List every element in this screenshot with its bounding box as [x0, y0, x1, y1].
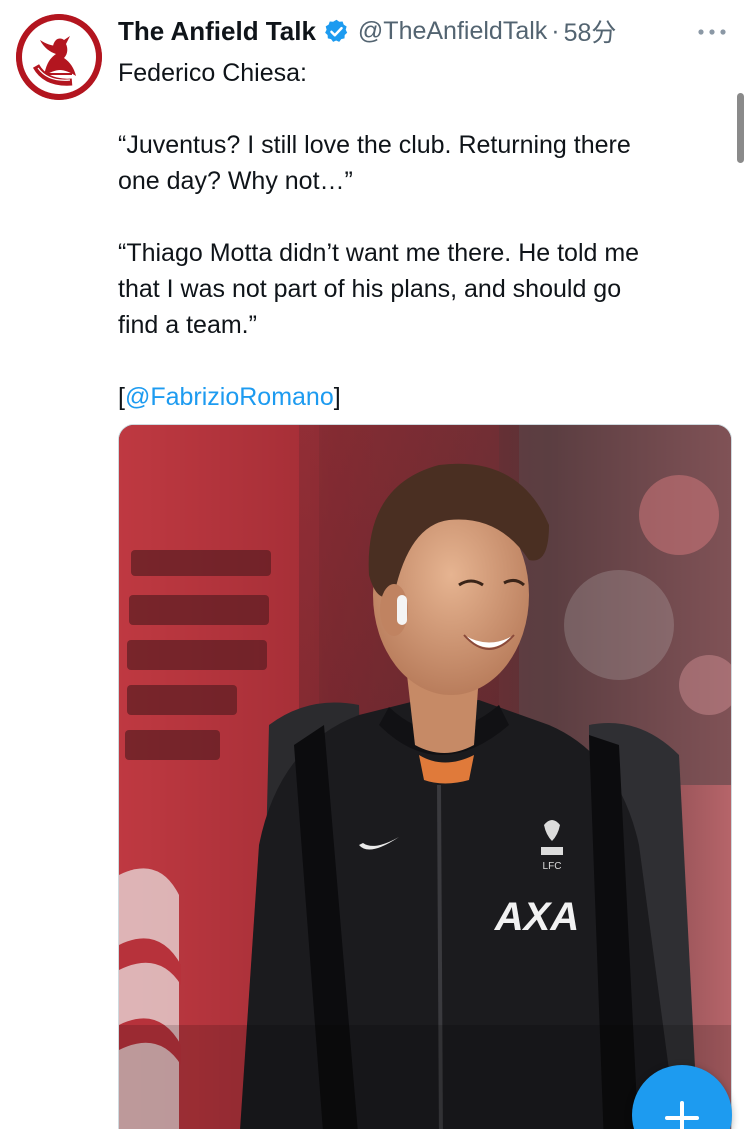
more-horizontal-icon[interactable] [695, 22, 729, 42]
tweet-text-line: find a team.” [118, 311, 257, 339]
tweet-text-line: Federico Chiesa: [118, 59, 307, 87]
author-handle[interactable]: @TheAnfieldTalk [358, 17, 547, 46]
crest-text: LFC [543, 861, 562, 872]
separator-dot: · [551, 16, 560, 45]
tweet-header: The Anfield Talk @TheAnfieldTalk · 58分 [118, 14, 616, 48]
timestamp[interactable]: 58分 [564, 13, 617, 49]
bracket-open: [ [118, 383, 125, 411]
tweet-text-line: “Juventus? I still love the club. Return… [118, 131, 631, 159]
mention-line: [@FabrizioRomano] [118, 379, 738, 415]
avatar[interactable] [16, 14, 102, 100]
shirt-sponsor: AXA [494, 895, 579, 939]
scroll-indicator[interactable] [737, 93, 744, 163]
tweet-text-line: that I was not part of his plans, and sh… [118, 275, 622, 303]
bracket-close: ] [333, 383, 341, 411]
author-name[interactable]: The Anfield Talk [118, 16, 316, 47]
tweet-text-line: one day? Why not…” [118, 167, 353, 195]
tweet-text-line: “Thiago Motta didn’t want me there. He t… [118, 239, 640, 267]
plus-icon [665, 1101, 699, 1129]
player-photo: LFC AXA [119, 425, 731, 1129]
mention-link[interactable]: @FabrizioRomano [125, 383, 334, 411]
tweet-text: Federico Chiesa: “Juventus? I still love… [118, 55, 738, 415]
tweet-photo[interactable]: LFC AXA [118, 424, 732, 1129]
verified-badge-icon [323, 18, 350, 45]
anfield-talk-logo [16, 14, 102, 100]
